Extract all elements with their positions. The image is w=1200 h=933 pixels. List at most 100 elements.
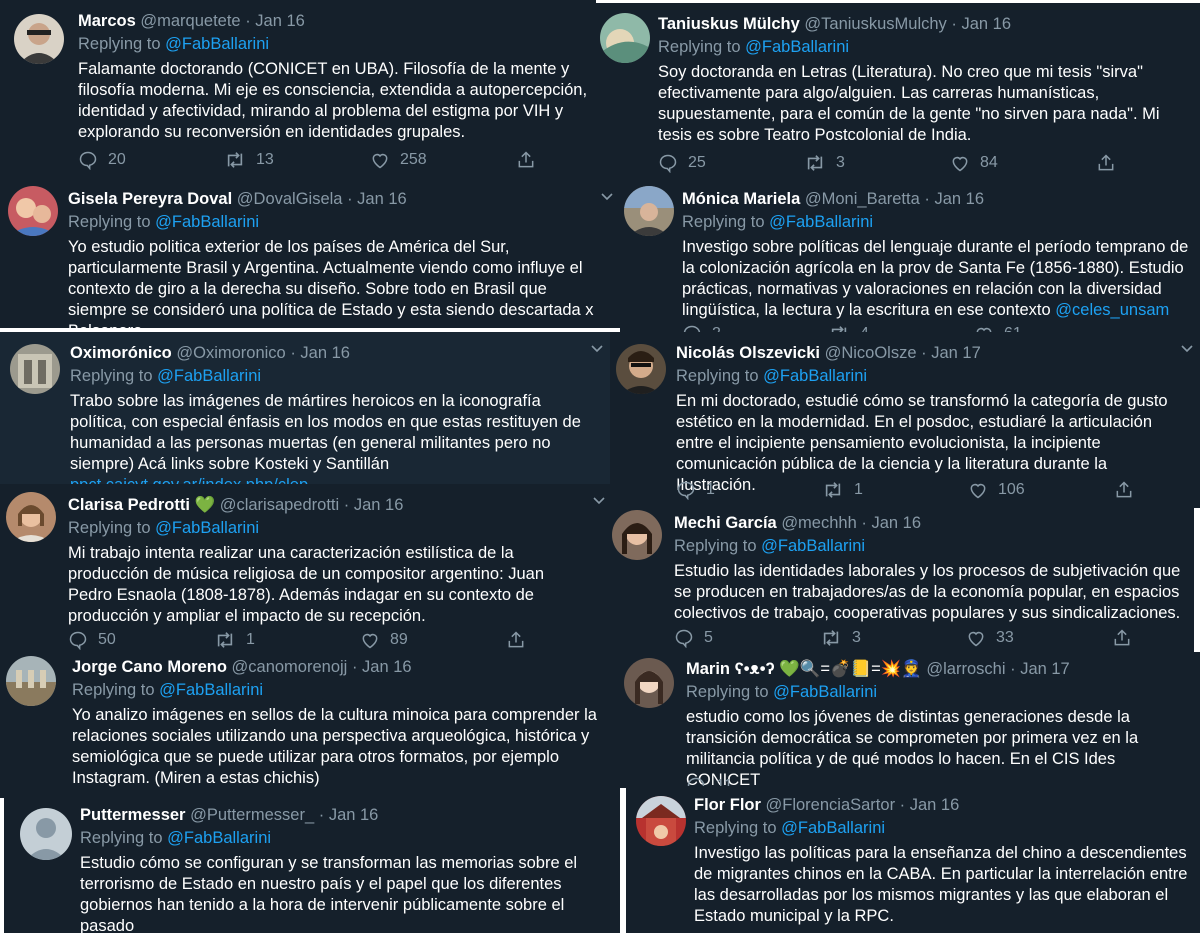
tweet-date[interactable]: Jan 16 <box>300 344 350 362</box>
user-handle[interactable]: @Moni_Baretta <box>805 190 920 208</box>
user-handle[interactable]: @NicoOlsze <box>825 344 917 362</box>
share-button[interactable] <box>516 150 546 170</box>
reply-button[interactable]: 5 <box>674 628 820 648</box>
chevron-down-icon[interactable] <box>590 342 604 356</box>
avatar[interactable] <box>616 344 666 394</box>
mention-link[interactable]: @FabBallarini <box>155 213 259 231</box>
user-handle[interactable]: @Puttermesser_ <box>190 806 314 824</box>
tweet-link[interactable]: ppct.caicyt.gov.ar/index.php/clep… <box>70 476 325 484</box>
mention-link[interactable]: @FabBallarini <box>167 829 271 847</box>
mention-link[interactable]: @FabBallarini <box>159 681 263 699</box>
avatar[interactable] <box>612 510 662 560</box>
like-button[interactable]: 84 <box>950 153 1096 173</box>
tweet-puttermesser[interactable]: Puttermesser @Puttermesser_ · Jan 16 Rep… <box>4 796 620 933</box>
display-name[interactable]: Puttermesser <box>80 806 185 824</box>
share-button[interactable] <box>1112 628 1142 648</box>
avatar[interactable] <box>624 186 674 236</box>
avatar[interactable] <box>600 13 650 63</box>
mention-link[interactable]: @FabBallarini <box>745 38 849 56</box>
tweet-text: Yo estudio politica exterior de los país… <box>68 238 594 328</box>
mention-link[interactable]: @FabBallarini <box>165 35 269 53</box>
tweet-nicolas[interactable]: Nicolás Olszevicki @NicoOlsze · Jan 17 R… <box>610 332 1200 508</box>
reply-button[interactable]: 25 <box>658 153 804 173</box>
display-name[interactable]: Marin ʕ•ᴥ•ʔ <box>686 660 775 678</box>
retweet-button[interactable]: 3 <box>804 153 950 173</box>
tweet-taniuskus[interactable]: Taniuskus Mülchy @TaniuskusMulchy · Jan … <box>596 3 1200 180</box>
user-handle[interactable]: @TaniuskusMulchy <box>804 15 946 33</box>
avatar[interactable] <box>10 344 60 394</box>
tweet-date[interactable]: Jan 17 <box>1020 660 1070 678</box>
avatar[interactable] <box>6 492 56 542</box>
retweet-button[interactable]: 1 <box>822 480 968 500</box>
tweet-date[interactable]: Jan 16 <box>354 496 404 514</box>
mention-link[interactable]: @FabBallarini <box>769 213 873 231</box>
avatar-photo-icon <box>635 671 663 704</box>
retweet-button[interactable]: 1 <box>214 630 360 650</box>
tweet-date[interactable]: Jan 17 <box>931 344 981 362</box>
user-handle[interactable]: @clarisapedrotti <box>220 496 339 514</box>
tweet-date[interactable]: Jan 16 <box>871 514 921 532</box>
reply-button[interactable]: 20 <box>78 150 224 170</box>
reply-button[interactable]: 50 <box>68 630 214 650</box>
tweet-oximoronico[interactable]: Oximorónico @Oximoronico · Jan 16 Replyi… <box>0 332 610 484</box>
tweet-flor[interactable]: Flor Flor @FlorenciaSartor · Jan 16 Repl… <box>626 786 1200 933</box>
tweet-link[interactable]: @celes_unsam <box>1055 301 1169 319</box>
retweet-button[interactable]: 13 <box>224 150 370 170</box>
avatar-photo-icon <box>600 29 650 63</box>
avatar-photo-icon <box>636 796 686 846</box>
tweet-clarisa[interactable]: Clarisa Pedrotti 💚 @clarisapedrotti · Ja… <box>0 484 612 650</box>
mention-link[interactable]: @FabBallarini <box>761 537 865 555</box>
share-button[interactable] <box>1096 153 1126 173</box>
tweet-mechi[interactable]: Mechi García @mechhh · Jan 16 Replying t… <box>604 506 1194 654</box>
avatar[interactable] <box>624 658 674 708</box>
retweet-button[interactable]: 3 <box>820 628 966 648</box>
user-handle[interactable]: @DovalGisela <box>237 190 343 208</box>
mention-link[interactable]: @FabBallarini <box>155 519 259 537</box>
display-name[interactable]: Jorge Cano Moreno <box>72 658 227 676</box>
mention-link[interactable]: @FabBallarini <box>763 367 867 385</box>
tweet-date[interactable]: Jan 16 <box>961 15 1011 33</box>
tweet-date[interactable]: Jan 16 <box>255 12 305 30</box>
user-handle[interactable]: @mechhh <box>781 514 856 532</box>
display-name[interactable]: Gisela Pereyra Doval <box>68 190 232 208</box>
display-name[interactable]: Mechi García <box>674 514 777 532</box>
chevron-down-icon[interactable] <box>600 190 614 204</box>
avatar[interactable] <box>6 656 56 706</box>
reply-button[interactable]: 1 <box>676 480 822 500</box>
tweet-date[interactable]: Jan 16 <box>329 806 379 824</box>
mention-link[interactable]: @FabBallarini <box>773 683 877 701</box>
display-name[interactable]: Clarisa Pedrotti <box>68 496 190 514</box>
tweet-marcos[interactable]: Marcos @marquetete · Jan 16 Replying to … <box>0 0 596 186</box>
tweet-monica[interactable]: Mónica Mariela @Moni_Baretta · Jan 16 Re… <box>620 178 1200 338</box>
tweet-jorge[interactable]: Jorge Cano Moreno @canomorenojj · Jan 16… <box>0 650 620 798</box>
user-handle[interactable]: @Oximoronico <box>176 344 285 362</box>
display-name[interactable]: Flor Flor <box>694 796 761 814</box>
mention-link[interactable]: @FabBallarini <box>781 819 885 837</box>
display-name[interactable]: Taniuskus Mülchy <box>658 15 800 33</box>
mention-link[interactable]: @FabBallarini <box>157 367 261 385</box>
like-button[interactable]: 89 <box>360 630 506 650</box>
tweet-marin[interactable]: Marin ʕ•ᴥ•ʔ 💚🔍=💣📒=💥👮 @larroschi · Jan 17… <box>620 652 1200 788</box>
tweet-date[interactable]: Jan 16 <box>362 658 412 676</box>
user-handle[interactable]: @canomorenojj <box>232 658 348 676</box>
display-name[interactable]: Mónica Mariela <box>682 190 800 208</box>
user-handle[interactable]: @marquetete <box>140 12 240 30</box>
tweet-date[interactable]: Jan 16 <box>357 190 407 208</box>
like-button[interactable]: 33 <box>966 628 1112 648</box>
display-name[interactable]: Marcos <box>78 12 136 30</box>
avatar[interactable] <box>20 808 72 860</box>
avatar[interactable] <box>8 186 58 236</box>
like-button[interactable]: 106 <box>968 480 1114 500</box>
tweet-date[interactable]: Jan 16 <box>910 796 960 814</box>
tweet-gisela[interactable]: Gisela Pereyra Doval @DovalGisela · Jan … <box>0 180 620 328</box>
share-button[interactable] <box>506 630 536 650</box>
user-handle[interactable]: @FlorenciaSartor <box>766 796 896 814</box>
display-name[interactable]: Nicolás Olszevicki <box>676 344 820 362</box>
tweet-date[interactable]: Jan 16 <box>934 190 984 208</box>
like-button[interactable]: 258 <box>370 150 516 170</box>
avatar[interactable] <box>636 796 686 846</box>
avatar[interactable] <box>14 14 64 64</box>
display-name[interactable]: Oximorónico <box>70 344 172 362</box>
share-button[interactable] <box>1114 480 1144 500</box>
user-handle[interactable]: @larroschi <box>926 660 1005 678</box>
